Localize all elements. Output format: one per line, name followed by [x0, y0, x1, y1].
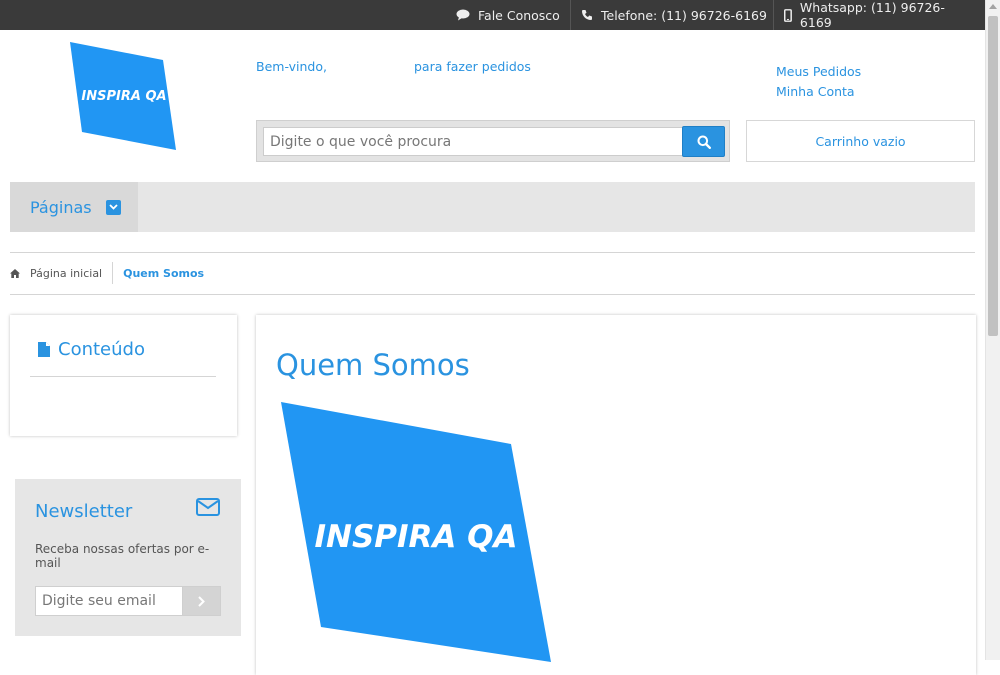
page-title: Quem Somos [276, 348, 470, 382]
breadcrumb-home-link[interactable]: Página inicial [10, 262, 114, 284]
chevron-right-icon [198, 595, 205, 607]
nav-pages-label: Páginas [30, 197, 92, 217]
breadcrumb-home-label: Página inicial [30, 266, 103, 280]
account-links: Meus Pedidos Minha Conta [776, 62, 861, 102]
phone-link[interactable]: Telefone: (11) 96726-6169 [571, 0, 777, 30]
document-icon [38, 342, 50, 357]
breadcrumb-current: Quem Somos [123, 266, 205, 280]
search-input[interactable] [263, 127, 683, 156]
breadcrumb: Página inicial Quem Somos [10, 262, 204, 284]
newsletter-panel: Newsletter Receba nossas ofertas por e-m… [15, 479, 241, 636]
search-bar [256, 120, 730, 162]
welcome-text: Bem-vindo, [256, 59, 327, 74]
cart-button[interactable]: Carrinho vazio [746, 120, 975, 162]
newsletter-email-input[interactable] [35, 586, 183, 616]
top-bar: Fale Conosco Telefone: (11) 96726-6169 W… [0, 0, 985, 30]
about-logo-image: INSPIRA QA [281, 402, 551, 662]
contact-link[interactable]: Fale Conosco [446, 0, 570, 30]
nav-item-pages[interactable]: Páginas [10, 182, 138, 232]
logo-image: INSPIRA QA [70, 42, 176, 150]
search-button[interactable] [682, 126, 725, 157]
about-logo-text: INSPIRA QA [314, 519, 517, 555]
my-orders-link[interactable]: Meus Pedidos [776, 62, 861, 82]
whatsapp-link[interactable]: Whatsapp: (11) 96726-6169 [774, 0, 985, 30]
envelope-icon [196, 498, 220, 516]
home-icon [10, 268, 20, 278]
login-prompt-link[interactable]: para fazer pedidos [414, 59, 531, 74]
mobile-icon [784, 8, 792, 22]
whatsapp-label: Whatsapp: (11) 96726-6169 [799, 0, 945, 30]
contact-label: Fale Conosco [478, 7, 560, 23]
content-title: Conteúdo [38, 339, 145, 360]
scroll-up-icon[interactable] [989, 4, 997, 9]
search-icon [697, 135, 711, 149]
chat-icon [456, 9, 470, 21]
cart-label: Carrinho vazio [815, 133, 906, 149]
logo-text: INSPIRA QA [81, 89, 166, 104]
newsletter-text: Receba nossas ofertas por e-mail [35, 542, 210, 570]
chevron-down-icon [105, 199, 121, 215]
main-nav: Páginas [10, 182, 975, 232]
content-title-label: Conteúdo [58, 339, 145, 360]
page-scrollbar[interactable] [985, 0, 1000, 660]
store-logo[interactable]: INSPIRA QA [68, 42, 178, 152]
newsletter-submit-button[interactable] [182, 586, 221, 616]
scrollbar-thumb[interactable] [988, 16, 998, 336]
divider [10, 252, 975, 253]
my-account-link[interactable]: Minha Conta [776, 82, 861, 102]
divider [10, 294, 975, 295]
newsletter-title: Newsletter [35, 501, 133, 522]
main-content: Quem Somos INSPIRA QA [256, 315, 976, 675]
content-panel: Conteúdo [10, 315, 237, 436]
divider [30, 376, 216, 377]
phone-icon [582, 10, 592, 20]
phone-label: Telefone: (11) 96726-6169 [601, 7, 767, 23]
